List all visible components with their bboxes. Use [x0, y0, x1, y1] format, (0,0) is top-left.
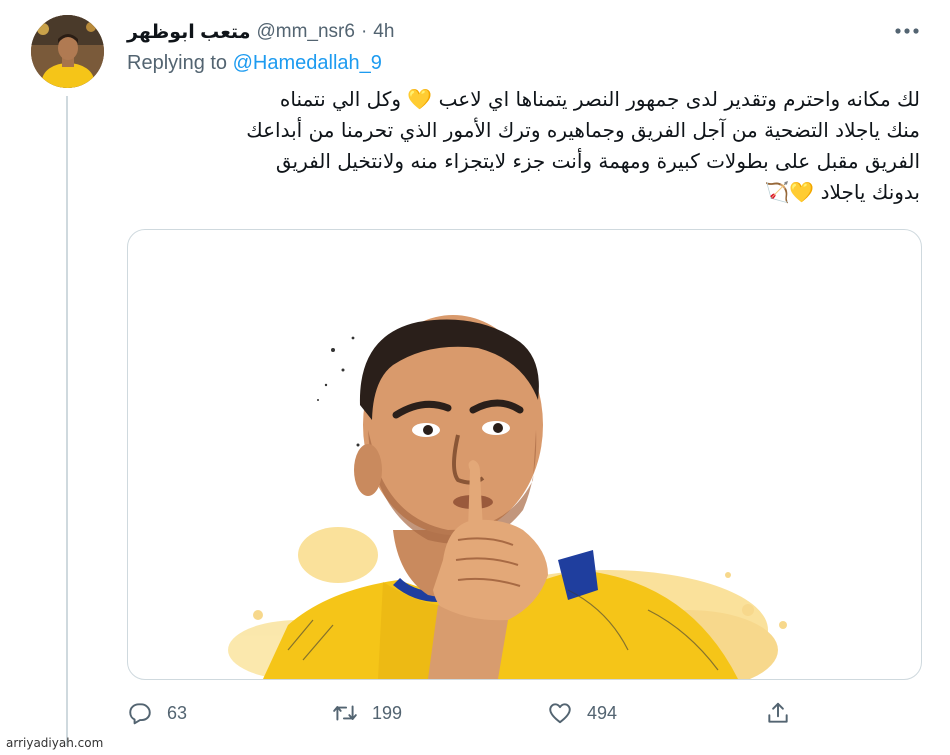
share-icon [768, 702, 788, 723]
avatar-image [31, 15, 104, 88]
watermark: arriyadiyah.com [6, 736, 104, 750]
reply-icon [129, 703, 151, 725]
text-segment: لك مكانه واحترم وتقدير لدى جمهور النصر ي… [438, 87, 920, 111]
timestamp[interactable]: 4h [373, 21, 394, 43]
tweet-header: متعب ابوظهر @mm_nsr6 · 4h [127, 18, 394, 46]
action-bar: 63 199 494 [127, 695, 927, 731]
tweet-text-line-2: منك ياجلاد التضحية من آجل الفريق وجماهير… [246, 118, 920, 142]
reply-button[interactable]: 63 [127, 695, 187, 731]
tweet-text-line-4: بدونك ياجلاد 💛🏹 [126, 177, 920, 208]
replying-to-handle[interactable]: @Hamedallah_9 [233, 52, 382, 74]
tweet-text-line-1: لك مكانه واحترم وتقدير لدى جمهور النصر ي… [126, 84, 920, 115]
replying-to: Replying to @Hamedallah_9 [127, 52, 382, 75]
tweet-media-image[interactable] [127, 229, 922, 680]
tweet-text: لك مكانه واحترم وتقدير لدى جمهور النصر ي… [126, 84, 920, 208]
like-count: 494 [587, 702, 618, 723]
yellow-heart-emoji: 💛 [789, 180, 815, 204]
reply-count: 63 [167, 702, 188, 723]
thread-line [66, 96, 68, 746]
heart-icon [549, 703, 571, 724]
text-segment: بدونك ياجلاد [820, 180, 920, 204]
replying-to-label: Replying to [127, 52, 228, 74]
player-illustration [228, 315, 787, 679]
retweet-icon [333, 705, 357, 721]
avatar[interactable] [31, 15, 104, 88]
retweet-count: 199 [372, 702, 403, 723]
like-button[interactable]: 494 [547, 695, 617, 731]
yellow-heart-emoji: 💛 [407, 87, 433, 111]
retweet-button[interactable]: 199 [332, 695, 402, 731]
more-button[interactable] [890, 17, 924, 45]
bow-arrow-emoji: 🏹 [764, 180, 790, 204]
display-name[interactable]: متعب ابوظهر [127, 21, 250, 44]
tweet-text-line-3: الفريق مقبل على بطولات كبيرة ومهمة وأنت … [275, 149, 920, 173]
text-segment: وكل الي نتمناه [279, 87, 402, 111]
share-button[interactable] [765, 695, 791, 731]
user-handle[interactable]: @mm_nsr6 [256, 21, 354, 43]
separator-dot: · [360, 21, 368, 42]
more-dots-icon [895, 28, 919, 34]
